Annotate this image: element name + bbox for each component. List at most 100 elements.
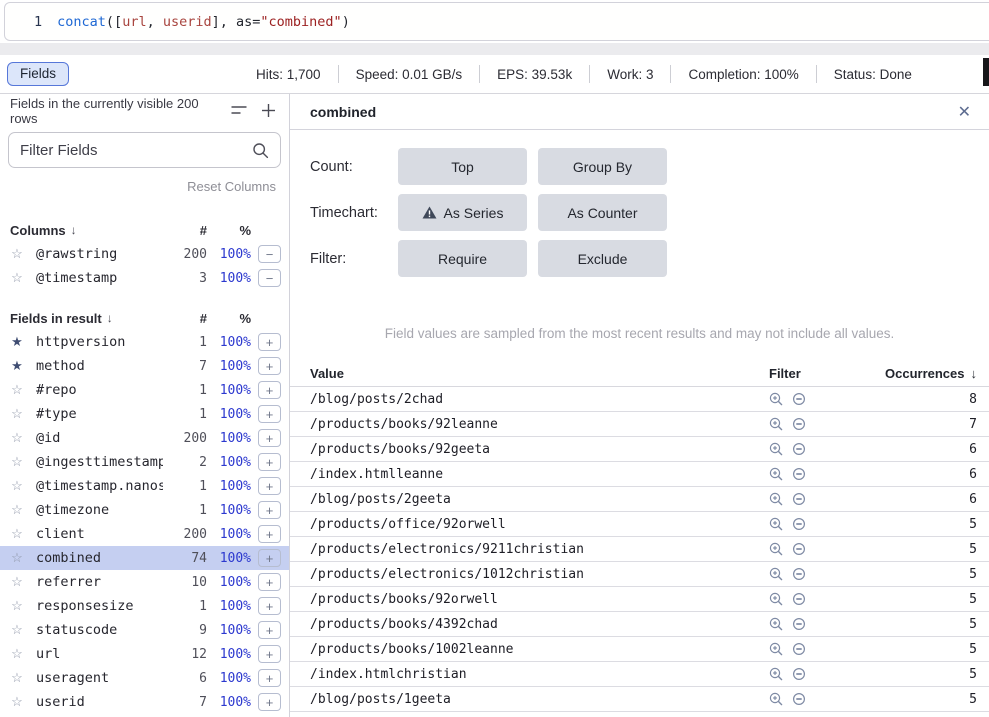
exclude-filter-icon[interactable]: [792, 567, 806, 581]
field-row[interactable]: ☆@ingesttimestamp2100%+: [0, 450, 289, 474]
exclude-filter-icon[interactable]: [792, 492, 806, 506]
top-button[interactable]: Top: [398, 148, 527, 185]
value-row[interactable]: /index.htmlchristian5: [290, 662, 989, 687]
star-outline-icon[interactable]: ☆: [9, 598, 25, 614]
star-outline-icon[interactable]: ☆: [9, 574, 25, 590]
value-row[interactable]: /blog/posts/1geeta5: [290, 687, 989, 712]
exclude-filter-icon[interactable]: [792, 642, 806, 656]
field-row[interactable]: ☆useragent6100%+: [0, 666, 289, 690]
as-series-button[interactable]: As Series: [398, 194, 527, 231]
require-filter-icon[interactable]: [769, 467, 783, 481]
add-column-button[interactable]: +: [258, 693, 281, 711]
add-column-button[interactable]: +: [258, 501, 281, 519]
field-row[interactable]: ☆#type1100%+: [0, 402, 289, 426]
remove-column-button[interactable]: −: [258, 269, 281, 287]
add-field-icon[interactable]: [261, 103, 276, 118]
occurrences-column-header[interactable]: Occurrences↓: [879, 366, 989, 381]
value-row[interactable]: /products/books/92leanne7: [290, 412, 989, 437]
add-column-button[interactable]: +: [258, 549, 281, 567]
add-column-button[interactable]: +: [258, 525, 281, 543]
filter-fields-input[interactable]: [20, 142, 246, 159]
require-filter-icon[interactable]: [769, 417, 783, 431]
field-row[interactable]: ☆userid7100%+: [0, 690, 289, 714]
star-outline-icon[interactable]: ☆: [9, 430, 25, 446]
field-row[interactable]: ☆combined74100%+: [0, 546, 289, 570]
exclude-filter-icon[interactable]: [792, 592, 806, 606]
field-row[interactable]: ☆@timezone1100%+: [0, 498, 289, 522]
filter-list-icon[interactable]: [231, 104, 247, 117]
star-outline-icon[interactable]: ☆: [9, 646, 25, 662]
star-filled-icon[interactable]: ★: [9, 358, 25, 374]
field-row[interactable]: ☆@timestamp.nanos1100%+: [0, 474, 289, 498]
star-outline-icon[interactable]: ☆: [9, 694, 25, 710]
field-row[interactable]: ☆statuscode9100%+: [0, 618, 289, 642]
star-outline-icon[interactable]: ☆: [9, 246, 25, 262]
exclude-filter-icon[interactable]: [792, 692, 806, 706]
add-column-button[interactable]: +: [258, 333, 281, 351]
field-row[interactable]: ★httpversion1100%+: [0, 330, 289, 354]
field-row[interactable]: ☆responsesize1100%+: [0, 594, 289, 618]
value-row[interactable]: /blog/posts/2chad8: [290, 387, 989, 412]
value-row[interactable]: /products/books/92geeta6: [290, 437, 989, 462]
require-filter-icon[interactable]: [769, 392, 783, 406]
value-row[interactable]: /products/books/1002leanne5: [290, 637, 989, 662]
page-scrollbar-thumb[interactable]: [983, 58, 989, 86]
add-column-button[interactable]: +: [258, 429, 281, 447]
add-column-button[interactable]: +: [258, 405, 281, 423]
value-row[interactable]: [290, 712, 989, 717]
star-outline-icon[interactable]: ☆: [9, 526, 25, 542]
add-column-button[interactable]: +: [258, 357, 281, 375]
star-outline-icon[interactable]: ☆: [9, 454, 25, 470]
require-filter-icon[interactable]: [769, 442, 783, 456]
star-outline-icon[interactable]: ☆: [9, 406, 25, 422]
fields-button[interactable]: Fields: [7, 62, 69, 86]
field-row[interactable]: ☆#repo1100%+: [0, 378, 289, 402]
field-row[interactable]: ☆@rawstring200100%−: [0, 242, 289, 266]
add-column-button[interactable]: +: [258, 621, 281, 639]
field-row[interactable]: ☆@timestamp3100%−: [0, 266, 289, 290]
add-column-button[interactable]: +: [258, 381, 281, 399]
require-filter-icon[interactable]: [769, 667, 783, 681]
require-filter-icon[interactable]: [769, 642, 783, 656]
exclude-filter-icon[interactable]: [792, 442, 806, 456]
reset-columns-link[interactable]: Reset Columns: [187, 179, 276, 194]
add-column-button[interactable]: +: [258, 573, 281, 591]
value-row[interactable]: /index.htmlleanne6: [290, 462, 989, 487]
star-outline-icon[interactable]: ☆: [9, 270, 25, 286]
field-row[interactable]: ☆url12100%+: [0, 642, 289, 666]
exclude-filter-icon[interactable]: [792, 617, 806, 631]
value-row[interactable]: /products/office/92orwell5: [290, 512, 989, 537]
exclude-filter-icon[interactable]: [792, 517, 806, 531]
value-row[interactable]: /products/books/4392chad5: [290, 612, 989, 637]
add-column-button[interactable]: +: [258, 597, 281, 615]
sort-desc-icon[interactable]: ↓: [107, 311, 113, 325]
remove-column-button[interactable]: −: [258, 245, 281, 263]
add-column-button[interactable]: +: [258, 453, 281, 471]
exclude-filter-icon[interactable]: [792, 542, 806, 556]
star-outline-icon[interactable]: ☆: [9, 622, 25, 638]
exclude-filter-icon[interactable]: [792, 392, 806, 406]
query-editor[interactable]: 1 concat([url, userid], as="combined"): [4, 2, 989, 41]
group-by-button[interactable]: Group By: [538, 148, 667, 185]
star-outline-icon[interactable]: ☆: [9, 670, 25, 686]
value-row[interactable]: /products/books/92orwell5: [290, 587, 989, 612]
field-row[interactable]: ★method7100%+: [0, 354, 289, 378]
add-column-button[interactable]: +: [258, 645, 281, 663]
field-row[interactable]: ☆referrer10100%+: [0, 570, 289, 594]
add-column-button[interactable]: +: [258, 669, 281, 687]
exclude-filter-icon[interactable]: [792, 417, 806, 431]
star-outline-icon[interactable]: ☆: [9, 478, 25, 494]
require-filter-icon[interactable]: [769, 567, 783, 581]
star-outline-icon[interactable]: ☆: [9, 502, 25, 518]
require-filter-icon[interactable]: [769, 542, 783, 556]
as-counter-button[interactable]: As Counter: [538, 194, 667, 231]
value-row[interactable]: /products/electronics/9211christian5: [290, 537, 989, 562]
value-row[interactable]: /products/electronics/1012christian5: [290, 562, 989, 587]
close-icon[interactable]: ✕: [953, 100, 976, 124]
star-outline-icon[interactable]: ☆: [9, 550, 25, 566]
star-outline-icon[interactable]: ☆: [9, 382, 25, 398]
require-button[interactable]: Require: [398, 240, 527, 277]
exclude-filter-icon[interactable]: [792, 467, 806, 481]
require-filter-icon[interactable]: [769, 492, 783, 506]
field-row[interactable]: ☆@id200100%+: [0, 426, 289, 450]
